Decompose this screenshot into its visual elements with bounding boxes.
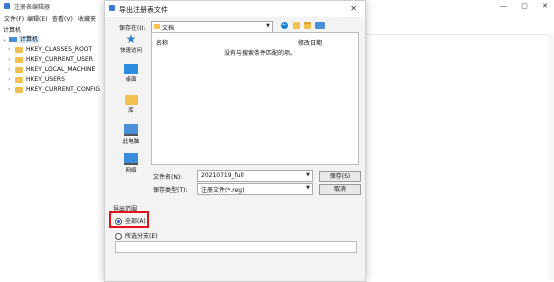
registry-tree: ⌄ 计算机 › HKEY_CLASSES_ROOT › HKEY_CURRENT_US… <box>0 34 104 280</box>
chevron-down-icon: ▼ <box>266 23 270 29</box>
filetype-label: 保存类型(T): <box>153 187 188 194</box>
chevron-down-icon: ▼ <box>306 185 310 191</box>
registry-title: 注册表编辑器 <box>14 4 51 11</box>
file-list[interactable]: 名称 修改日期 没有与搜索条件匹配的项。 <box>151 32 359 165</box>
place-library[interactable]: 库 <box>115 95 147 114</box>
network-icon <box>124 153 138 165</box>
tree-item-label: HKEY_CURRENT_USER <box>26 56 93 63</box>
maximize-button[interactable]: ▢ <box>521 2 528 10</box>
tree-root[interactable]: ⌄ 计算机 <box>2 35 40 45</box>
tree-item-label: HKEY_CURRENT_CONFIG <box>26 86 101 93</box>
dialog-title: 导出注册表文件 <box>119 6 168 14</box>
folder-icon <box>15 86 23 93</box>
place-label: 库 <box>128 108 134 114</box>
column-name[interactable]: 名称 <box>156 38 168 47</box>
folder-icon <box>15 46 23 53</box>
computer-icon <box>124 124 138 136</box>
filename-value: 20210719_full <box>201 172 244 179</box>
tree-item-label: HKEY_LOCAL_MACHINE <box>26 66 96 73</box>
save-button[interactable]: 保存(S) <box>319 171 361 182</box>
tree-item-label: HKEY_CLASSES_ROOT <box>26 46 93 53</box>
empty-message: 没有与搜索条件匹配的项。 <box>224 50 297 57</box>
chevron-right-icon[interactable]: › <box>8 75 15 85</box>
chevron-right-icon[interactable]: › <box>8 55 15 65</box>
branch-input[interactable] <box>115 241 357 253</box>
place-label: 桌面 <box>125 77 137 83</box>
place-network[interactable]: 网络 <box>115 153 147 174</box>
view-menu-icon[interactable] <box>315 22 325 29</box>
folder-icon <box>15 66 23 73</box>
place-desktop[interactable]: 桌面 <box>115 64 147 83</box>
option-branch-label: 所选分支(E) <box>125 233 158 240</box>
filename-label: 文件名(N): <box>153 174 183 181</box>
radio-branch[interactable] <box>115 233 122 240</box>
computer-icon <box>9 37 17 42</box>
place-label: 快速访问 <box>119 48 142 54</box>
menu-favorites[interactable]: 收藏夹 <box>78 14 96 23</box>
tree-item[interactable]: › HKEY_CLASSES_ROOT <box>8 45 92 55</box>
library-icon <box>124 95 138 105</box>
save-in-label: 保存在(I): <box>119 25 146 32</box>
tree-item[interactable]: › HKEY_CURRENT_USER <box>8 55 93 65</box>
desktop-icon <box>124 64 138 74</box>
tree-item-label: HKEY_USERS <box>26 76 65 83</box>
column-modified[interactable]: 修改日期 <box>298 38 322 47</box>
chevron-down-icon[interactable]: ⌄ <box>2 35 9 45</box>
window-controls: — ▢ ✕ <box>488 2 548 10</box>
dialog-titlebar: 导出注册表文件 ✕ <box>105 1 365 17</box>
tree-item[interactable]: › HKEY_USERS <box>8 75 65 85</box>
save-in-value: 文档 <box>162 25 175 32</box>
chevron-down-icon: ▼ <box>306 172 310 178</box>
place-label: 此电脑 <box>122 139 140 145</box>
chevron-right-icon[interactable]: › <box>8 85 15 95</box>
export-dialog: 导出注册表文件 ✕ 保存在(I): 文档 ▼ ← ★ 快速访问 桌面 库 此电脑… <box>104 0 366 282</box>
vertical-scrollbar[interactable] <box>548 34 554 280</box>
folder-icon <box>154 24 160 29</box>
cancel-button[interactable]: 取消 <box>319 184 361 195</box>
menu-edit[interactable]: 编辑(E) <box>27 14 47 23</box>
tree-root-label: 计算机 <box>19 36 40 43</box>
tree-item[interactable]: › HKEY_CURRENT_CONFIG <box>8 85 100 95</box>
place-this-pc[interactable]: 此电脑 <box>115 124 147 145</box>
back-icon[interactable]: ← <box>281 22 288 29</box>
chevron-right-icon[interactable]: › <box>8 45 15 55</box>
folder-icon <box>15 56 23 63</box>
filetype-value: 注册文件(*.reg) <box>201 187 245 194</box>
minimize-button[interactable]: — <box>500 2 507 10</box>
highlight-box <box>109 211 149 228</box>
chevron-right-icon[interactable]: › <box>8 65 15 75</box>
up-folder-icon[interactable] <box>293 22 300 29</box>
place-quick-access[interactable]: ★ 快速访问 <box>115 33 147 54</box>
places-bar: ★ 快速访问 桌面 库 此电脑 网络 <box>115 33 147 183</box>
place-label: 网络 <box>125 168 137 174</box>
close-button[interactable]: ✕ <box>542 2 548 10</box>
star-icon: ★ <box>125 32 137 46</box>
tree-item[interactable]: › HKEY_LOCAL_MACHINE <box>8 65 95 75</box>
dialog-close-button[interactable]: ✕ <box>350 4 357 13</box>
menu-file[interactable]: 文件(F) <box>4 14 24 23</box>
address-text: 计算机 <box>3 27 22 34</box>
filename-input[interactable]: 20210719_full ▼ <box>197 170 313 182</box>
menu-view[interactable]: 查看(V) <box>52 14 73 23</box>
dialog-app-icon <box>109 5 115 11</box>
filetype-select[interactable]: 注册文件(*.reg) ▼ <box>197 183 313 195</box>
folder-icon <box>15 76 23 83</box>
new-folder-icon[interactable] <box>304 22 311 29</box>
option-branch[interactable]: 所选分支(E) <box>115 231 157 240</box>
registry-app-icon <box>4 3 10 9</box>
